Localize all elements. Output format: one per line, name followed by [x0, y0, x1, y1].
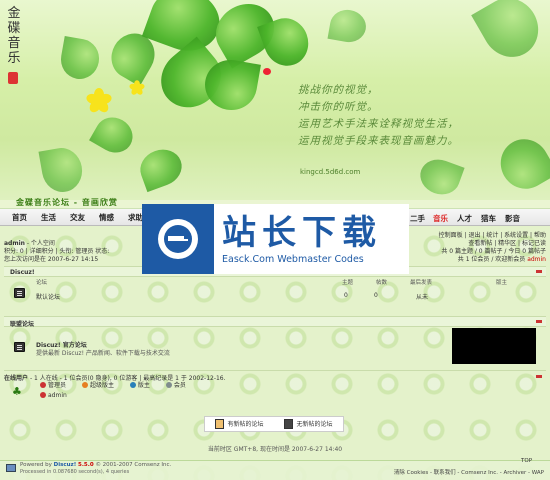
watermark-text: 站长下载 Easck.Com Webmaster Codes [214, 214, 409, 265]
forum-topics-count: 0 [344, 292, 348, 299]
banner-slogan: 挑战你的视觉， 冲击你的听觉。 运用艺术手法来诠释视觉生活， 运用视觉手段来表现… [298, 82, 538, 150]
nav-item-help[interactable]: 求助 [128, 212, 143, 223]
discuz-logo-icon [6, 464, 16, 472]
slogan-line: 运用艺术手法来诠释视觉生活， [298, 118, 459, 130]
legend-super-mod: 超级版主 [81, 382, 114, 389]
clover-icon: ♣ [12, 385, 22, 398]
footer-links[interactable]: 清除 Cookies - 联系我们 - Comsenz Inc. - Archi… [330, 468, 544, 476]
forum-name-link[interactable]: 默认论坛 [36, 292, 60, 301]
leaf-decoration [38, 144, 86, 196]
nav-item-home[interactable]: 首页 [12, 212, 27, 223]
legend-admin: 管理员 [40, 382, 66, 389]
nav-item-secondhand[interactable]: 二手 [410, 213, 425, 224]
site-title[interactable]: 金碟音乐论坛 - 音画欣赏 [16, 197, 118, 208]
member-stats-text: 共 1 位会员 / 欢迎新会员 [457, 256, 526, 263]
version-number: 5.5.0 [78, 462, 94, 468]
legend-new-posts: 有新帖的论坛 [215, 419, 264, 429]
leaf-decoration [89, 110, 139, 160]
watermark-subtitle: Easck.Com Webmaster Codes [222, 253, 364, 265]
site-logo[interactable]: 金碟音乐 [6, 6, 22, 66]
processed-time: Processed in 0.087680 second(s), 4 queri… [20, 469, 130, 475]
ad-banner[interactable] [452, 328, 536, 364]
online-user-name[interactable]: admin [48, 392, 67, 399]
nav-item-emotion[interactable]: 情感 [99, 212, 114, 223]
watermark-logo-icon [142, 204, 214, 274]
forum-icon [14, 288, 25, 298]
forum-column-headers: 论坛 主题 帖数 最后发表 版主 [4, 278, 546, 287]
yellow-flower-icon [128, 80, 146, 97]
nav-item-friends[interactable]: 交友 [70, 212, 85, 223]
discuz-link[interactable]: Discuz! [54, 462, 77, 468]
leaf-decoration [327, 7, 369, 45]
col-topics: 主题 [342, 280, 354, 286]
legend-no-new-posts: 无新帖的论坛 [284, 419, 333, 429]
new-posts-icon [215, 419, 225, 429]
legend-mod: 版主 [129, 382, 150, 389]
site-banner: 金碟音乐 挑战你的视觉， 冲击你的听觉。 运用艺术手法来诠释视觉生活， 运用视觉… [0, 0, 550, 200]
forum-description: 提供最新 Discuz! 产品新闻、软件下载与技术交流 [36, 350, 170, 357]
slogan-line: 运用视觉手段来表现音画魅力。 [298, 135, 459, 147]
leaf-decoration [57, 36, 103, 82]
forum-icon [14, 342, 25, 352]
leaf-decoration [415, 154, 465, 200]
col-last-post: 最后发表 [410, 280, 433, 286]
powered-by: Powered by Discuz! 5.5.0 © 2001-2007 Com… [20, 462, 172, 468]
watermark-title: 站长下载 [222, 212, 382, 253]
admin-icon [40, 382, 46, 388]
back-to-top-link[interactable]: TOP [521, 458, 532, 464]
forum-last-post: 从未 [416, 294, 429, 301]
online-title[interactable]: 在线用户 [4, 375, 28, 382]
admin-icon [40, 392, 46, 398]
site-url[interactable]: kingcd.5d6d.com [300, 168, 360, 176]
new-member-link[interactable]: admin [527, 256, 546, 263]
yellow-flower-icon [85, 88, 113, 115]
col-moderator: 版主 [496, 280, 508, 286]
collapse-icon[interactable] [536, 270, 542, 273]
collapse-icon[interactable] [536, 375, 542, 378]
category-header[interactable]: 联盟论坛 [4, 316, 546, 328]
nav-item-talent[interactable]: 人才 [457, 213, 472, 224]
category-title[interactable]: Discuz! [10, 269, 35, 276]
ladybug-icon [263, 68, 271, 75]
member-icon [165, 382, 172, 388]
forum-status-legend: 有新帖的论坛 无新帖的论坛 [204, 416, 344, 432]
leaf-decoration [471, 0, 549, 68]
nav-item-music[interactable]: 音乐 [433, 213, 448, 224]
no-new-posts-icon [284, 419, 294, 429]
slogan-line: 冲击你的听觉。 [298, 101, 379, 113]
legend-member: 会员 [165, 382, 186, 389]
col-forum: 论坛 [36, 280, 48, 286]
seal-icon [8, 72, 18, 84]
moderator-icon [129, 382, 136, 388]
col-posts: 帖数 [376, 280, 388, 286]
forum-posts-count: 0 [374, 292, 378, 299]
collapse-icon[interactable] [536, 320, 542, 323]
online-user[interactable]: admin [40, 392, 67, 399]
nav-item-life[interactable]: 生活 [41, 212, 56, 223]
watermark-overlay: 站长下载 Easck.Com Webmaster Codes [142, 204, 409, 274]
nav-item-video[interactable]: 影音 [505, 213, 520, 224]
timezone-info: 当前时区 GMT+8, 现在时间是 2007-6-27 14:40 [207, 446, 343, 453]
leaf-decoration [135, 143, 187, 193]
copyright: © 2001-2007 Comsenz Inc. [95, 462, 172, 468]
category-title[interactable]: 联盟论坛 [10, 321, 34, 328]
slogan-line: 挑战你的视觉， [298, 84, 379, 96]
nav-item-cars[interactable]: 猎车 [481, 213, 496, 224]
super-moderator-icon [81, 382, 88, 388]
online-legend: 管理员 超级版主 版主 会员 [40, 380, 186, 389]
e-logo-icon [158, 219, 198, 259]
